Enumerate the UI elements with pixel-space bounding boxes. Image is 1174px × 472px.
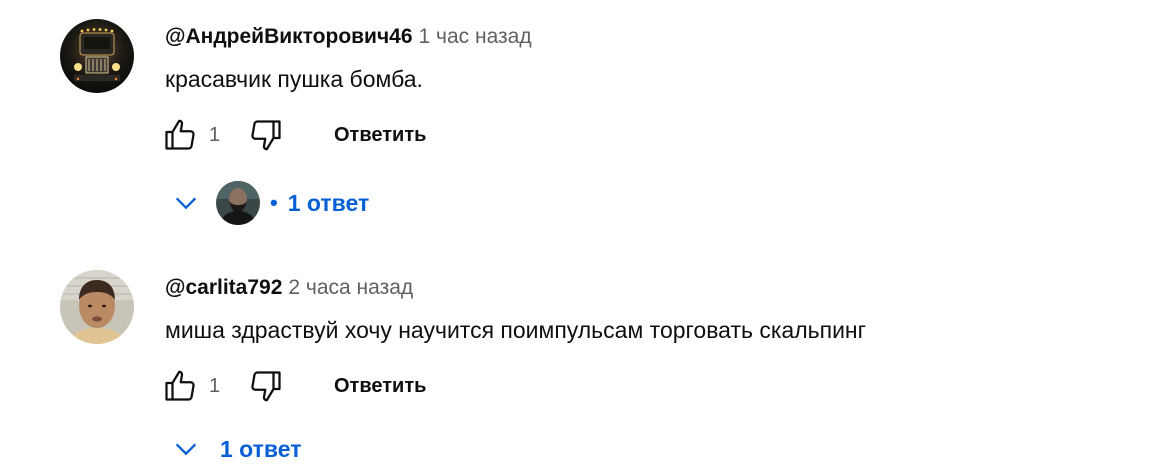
thumbs-down-icon [251,120,281,151]
replies-count: 1 ответ [220,435,302,462]
like-button[interactable] [160,115,200,155]
thumbs-up-icon [165,370,195,401]
replies-count: 1 ответ [287,189,370,216]
person-avatar-icon [60,270,134,344]
reply-button[interactable]: Ответить [334,372,426,400]
view-replies-button[interactable]: 1 ответ [170,426,302,472]
like-button[interactable] [160,366,200,406]
comment-actions: 1 Ответить [160,366,460,406]
comment-timestamp[interactable]: 1 час назад [419,25,532,48]
reply-button[interactable]: Ответить [334,121,426,149]
author-name[interactable]: @carlita792 [165,276,282,299]
view-replies-button[interactable]: • 1 ответ [170,180,369,226]
separator-dot: • [270,190,278,215]
chevron-down-icon [170,433,202,465]
author-avatar[interactable] [60,19,134,93]
comment-text: миша здраствуй хочу научится поимпульсам… [165,317,867,343]
author-avatar[interactable] [60,270,134,344]
thumbs-down-icon [251,371,281,402]
comment-timestamp[interactable]: 2 часа назад [288,276,413,299]
person-avatar-icon [216,181,260,225]
comment-actions: 1 Ответить [160,115,460,155]
chevron-down-icon [170,187,202,219]
thumbs-up-icon [165,119,195,150]
author-name[interactable]: @АндрейВикторович46 [165,25,413,48]
reply-author-avatar [216,181,260,225]
comment-header: @carlita792 2 часа назад [165,275,413,301]
dislike-button[interactable] [246,115,286,155]
comment-text: красавчик пушка бомба. [165,66,423,92]
like-count: 1 [209,375,221,397]
comment-header: @АндрейВикторович46 1 час назад [165,24,532,50]
like-count: 1 [209,124,221,146]
truck-avatar-icon [60,19,134,93]
dislike-button[interactable] [246,366,286,406]
